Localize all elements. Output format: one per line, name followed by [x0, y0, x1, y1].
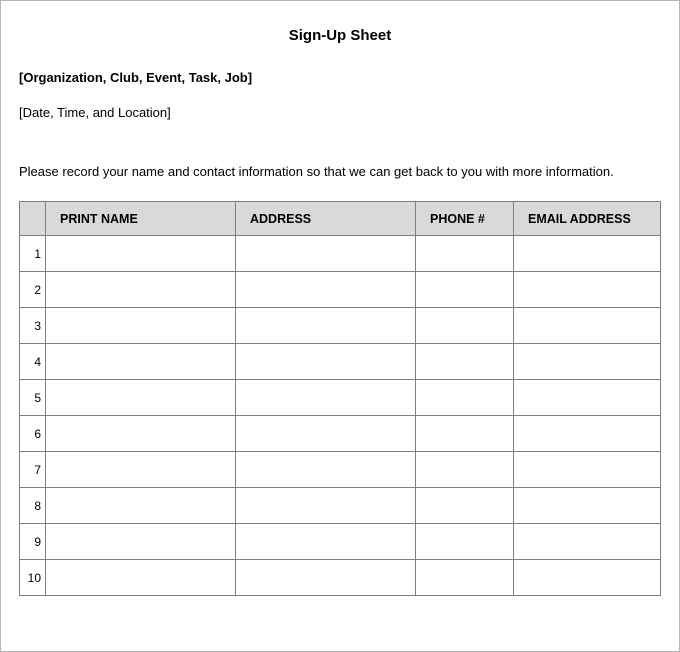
cell-address — [236, 416, 416, 452]
cell-email — [514, 236, 661, 272]
cell-phone — [416, 560, 514, 596]
organization-placeholder: [Organization, Club, Event, Task, Job] — [19, 70, 661, 85]
header-phone: PHONE # — [416, 202, 514, 236]
cell-phone — [416, 344, 514, 380]
cell-address — [236, 488, 416, 524]
table-row: 7 — [20, 452, 661, 488]
row-number: 5 — [20, 380, 46, 416]
cell-email — [514, 560, 661, 596]
row-number: 6 — [20, 416, 46, 452]
table-row: 3 — [20, 308, 661, 344]
cell-phone — [416, 452, 514, 488]
cell-email — [514, 344, 661, 380]
cell-phone — [416, 488, 514, 524]
table-row: 10 — [20, 560, 661, 596]
date-time-location-placeholder: [Date, Time, and Location] — [19, 105, 661, 120]
table-row: 6 — [20, 416, 661, 452]
cell-email — [514, 488, 661, 524]
instruction-text: Please record your name and contact info… — [19, 164, 661, 179]
cell-address — [236, 524, 416, 560]
row-number: 3 — [20, 308, 46, 344]
cell-email — [514, 308, 661, 344]
cell-print-name — [46, 560, 236, 596]
header-number-col — [20, 202, 46, 236]
cell-address — [236, 380, 416, 416]
cell-print-name — [46, 236, 236, 272]
row-number: 2 — [20, 272, 46, 308]
header-print-name: PRINT NAME — [46, 202, 236, 236]
cell-email — [514, 272, 661, 308]
table-row: 8 — [20, 488, 661, 524]
cell-phone — [416, 236, 514, 272]
cell-address — [236, 452, 416, 488]
document-page: Sign-Up Sheet [Organization, Club, Event… — [0, 0, 680, 652]
table-row: 4 — [20, 344, 661, 380]
cell-address — [236, 272, 416, 308]
cell-phone — [416, 416, 514, 452]
cell-phone — [416, 380, 514, 416]
cell-address — [236, 308, 416, 344]
cell-print-name — [46, 272, 236, 308]
cell-print-name — [46, 416, 236, 452]
table-row: 5 — [20, 380, 661, 416]
table-row: 2 — [20, 272, 661, 308]
cell-print-name — [46, 344, 236, 380]
cell-address — [236, 236, 416, 272]
table-header-row: PRINT NAME ADDRESS PHONE # EMAIL ADDRESS — [20, 202, 661, 236]
header-address: ADDRESS — [236, 202, 416, 236]
row-number: 9 — [20, 524, 46, 560]
cell-print-name — [46, 380, 236, 416]
header-email-address: EMAIL ADDRESS — [514, 202, 661, 236]
row-number: 4 — [20, 344, 46, 380]
cell-phone — [416, 524, 514, 560]
table-row: 9 — [20, 524, 661, 560]
cell-email — [514, 524, 661, 560]
row-number: 8 — [20, 488, 46, 524]
cell-email — [514, 452, 661, 488]
row-number: 7 — [20, 452, 46, 488]
cell-phone — [416, 308, 514, 344]
cell-print-name — [46, 488, 236, 524]
page-title: Sign-Up Sheet — [19, 27, 661, 44]
cell-print-name — [46, 524, 236, 560]
cell-address — [236, 560, 416, 596]
cell-email — [514, 380, 661, 416]
cell-print-name — [46, 308, 236, 344]
row-number: 10 — [20, 560, 46, 596]
row-number: 1 — [20, 236, 46, 272]
cell-print-name — [46, 452, 236, 488]
signup-table: PRINT NAME ADDRESS PHONE # EMAIL ADDRESS… — [19, 201, 661, 596]
cell-phone — [416, 272, 514, 308]
cell-email — [514, 416, 661, 452]
table-row: 1 — [20, 236, 661, 272]
cell-address — [236, 344, 416, 380]
